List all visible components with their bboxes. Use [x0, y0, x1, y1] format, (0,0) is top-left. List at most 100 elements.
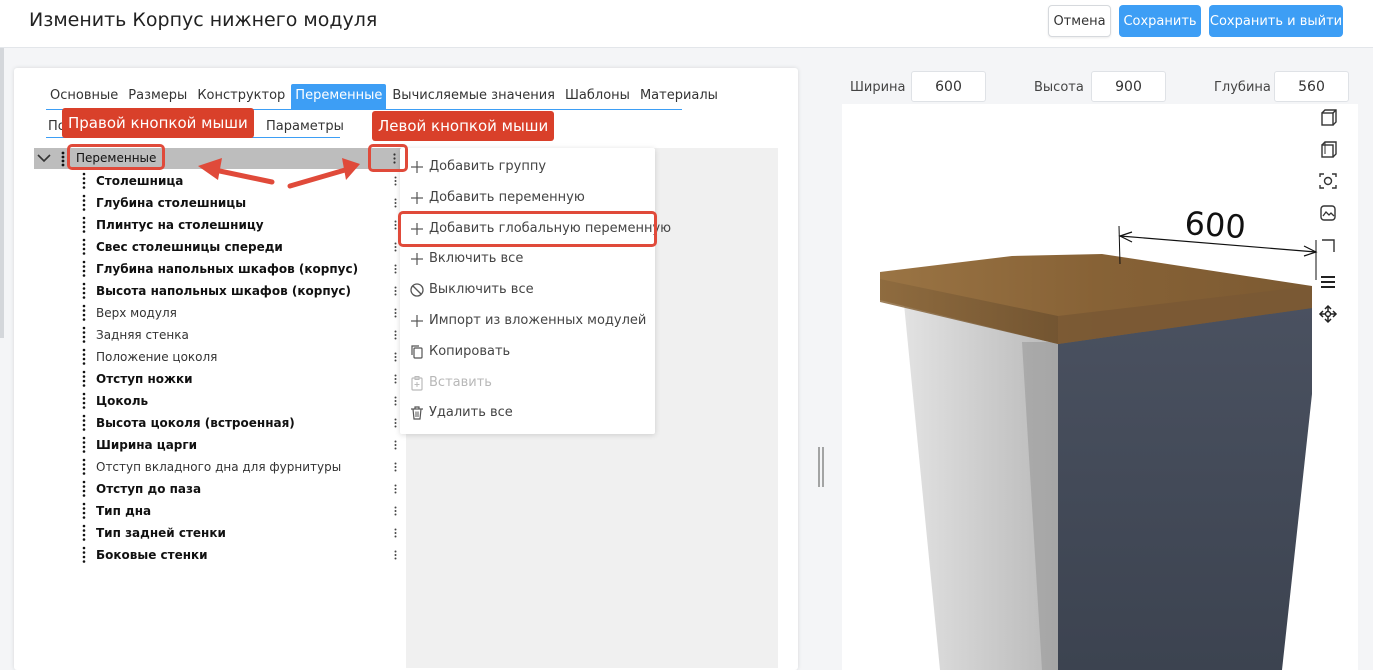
- drag-handle-icon[interactable]: [82, 304, 86, 322]
- tree-item[interactable]: Плинтус на столешницу: [34, 214, 406, 236]
- tree-item[interactable]: Свес столешницы спереди: [34, 236, 406, 258]
- tab-sizes[interactable]: Размеры: [124, 84, 191, 109]
- tab-materials[interactable]: Материалы: [636, 84, 722, 109]
- move-icon[interactable]: [1318, 304, 1338, 324]
- drag-handle-icon[interactable]: [82, 546, 86, 564]
- tab-templates[interactable]: Шаблоны: [561, 84, 634, 109]
- kebab-menu-icon[interactable]: [394, 396, 397, 406]
- cube-edge-icon[interactable]: [1318, 236, 1338, 256]
- cancel-button[interactable]: Отмена: [1048, 5, 1111, 37]
- kebab-menu-icon[interactable]: [394, 264, 397, 274]
- save-button[interactable]: Сохранить: [1119, 5, 1201, 37]
- menu-icon[interactable]: [1318, 272, 1338, 292]
- tree-item-label: Цоколь: [96, 394, 149, 408]
- kebab-menu-icon[interactable]: [394, 374, 397, 384]
- tree-item[interactable]: Высота цоколя (встроенная): [34, 412, 406, 434]
- subtab-parameters[interactable]: Параметры: [266, 119, 344, 134]
- drag-handle-icon[interactable]: [82, 172, 86, 190]
- menu-item[interactable]: Удалить все: [400, 400, 655, 426]
- drag-handle-icon[interactable]: [82, 238, 86, 256]
- drag-handle-icon[interactable]: [61, 151, 65, 167]
- tree-item[interactable]: Отступ до паза: [34, 478, 406, 500]
- camera-icon[interactable]: [1318, 171, 1338, 191]
- tree-item[interactable]: Глубина столешницы: [34, 192, 406, 214]
- kebab-menu-icon[interactable]: [394, 308, 397, 318]
- tree-item-label: Высота напольных шкафов (корпус): [96, 284, 352, 298]
- kebab-menu-icon[interactable]: [394, 506, 397, 516]
- tree-item[interactable]: Задняя стенка: [34, 324, 406, 346]
- drag-handle-icon[interactable]: [82, 414, 86, 432]
- panel-splitter-handle[interactable]: [816, 447, 826, 487]
- kebab-menu-icon[interactable]: [394, 484, 397, 494]
- drag-handle-icon[interactable]: [82, 436, 86, 454]
- tree-item[interactable]: Глубина напольных шкафов (корпус): [34, 258, 406, 280]
- tree-item[interactable]: Боковые стенки: [34, 544, 406, 566]
- kebab-menu-icon[interactable]: [394, 220, 397, 230]
- kebab-menu-icon[interactable]: [394, 550, 397, 560]
- kebab-menu-icon[interactable]: [394, 198, 397, 208]
- drag-handle-icon[interactable]: [82, 502, 86, 520]
- cube-front-icon[interactable]: [1318, 108, 1338, 128]
- drag-handle-icon[interactable]: [82, 458, 86, 476]
- tree-item[interactable]: Высота напольных шкафов (корпус): [34, 280, 406, 302]
- drag-handle-icon[interactable]: [82, 194, 86, 212]
- tree-item[interactable]: Отступ вкладного дна для фурнитуры: [34, 456, 406, 478]
- image-icon[interactable]: [1318, 203, 1338, 223]
- plus-icon: [411, 315, 423, 327]
- depth-input[interactable]: 560: [1274, 71, 1349, 102]
- kebab-menu-icon[interactable]: [394, 352, 397, 362]
- highlight-root-label: [67, 144, 165, 170]
- tab-computed-values[interactable]: Вычисляемые значения: [388, 84, 559, 109]
- save-and-exit-button[interactable]: Сохранить и выйти: [1209, 5, 1343, 37]
- kebab-menu-icon[interactable]: [394, 462, 397, 472]
- menu-item[interactable]: Копировать: [400, 339, 655, 365]
- tree-item[interactable]: Верх модуля: [34, 302, 406, 324]
- header-bar: Изменить Корпус нижнего модуля Отмена Со…: [0, 0, 1373, 48]
- tree-item[interactable]: Тип задней стенки: [34, 522, 406, 544]
- width-input[interactable]: 600: [911, 71, 986, 102]
- menu-item[interactable]: Импорт из вложенных модулей: [400, 308, 655, 334]
- tree-item-label: Высота цоколя (встроенная): [96, 416, 295, 430]
- drag-handle-icon[interactable]: [82, 392, 86, 410]
- menu-item[interactable]: Добавить переменную: [400, 185, 655, 211]
- tree-item[interactable]: Тип дна: [34, 500, 406, 522]
- drag-handle-icon[interactable]: [82, 326, 86, 344]
- kebab-menu-icon[interactable]: [394, 242, 397, 252]
- tree-item[interactable]: Цоколь: [34, 390, 406, 412]
- menu-item-label: Импорт из вложенных модулей: [429, 313, 647, 328]
- menu-item[interactable]: Добавить группу: [400, 154, 655, 180]
- kebab-menu-icon[interactable]: [394, 330, 397, 340]
- drag-handle-icon[interactable]: [82, 370, 86, 388]
- tab-basic[interactable]: Основные: [46, 84, 122, 109]
- menu-item[interactable]: Выключить все: [400, 277, 655, 303]
- drag-handle-icon[interactable]: [82, 282, 86, 300]
- tree-item[interactable]: Положение цоколя: [34, 346, 406, 368]
- tree-item[interactable]: Ширина царги: [34, 434, 406, 456]
- tree-item[interactable]: Отступ ножки: [34, 368, 406, 390]
- kebab-menu-icon[interactable]: [394, 418, 397, 428]
- drag-handle-icon[interactable]: [82, 348, 86, 366]
- drag-handle-icon[interactable]: [82, 216, 86, 234]
- chevron-down-icon[interactable]: [36, 150, 52, 166]
- tree-item-label: Отступ до паза: [96, 482, 202, 496]
- height-input[interactable]: 900: [1091, 71, 1166, 102]
- menu-item[interactable]: Включить все: [400, 246, 655, 272]
- tab-variables[interactable]: Переменные: [291, 84, 387, 109]
- 3d-viewport[interactable]: 600: [842, 104, 1358, 670]
- kebab-menu-icon[interactable]: [394, 528, 397, 538]
- drag-handle-icon[interactable]: [82, 260, 86, 278]
- tab-constructor[interactable]: Конструктор: [193, 84, 289, 109]
- menu-item-label: Включить все: [429, 251, 524, 266]
- tree-item[interactable]: Столешница: [34, 170, 406, 192]
- kebab-menu-icon[interactable]: [394, 286, 397, 296]
- kebab-menu-icon[interactable]: [394, 440, 397, 450]
- kebab-menu-icon[interactable]: [394, 176, 397, 186]
- trash-icon: [411, 406, 423, 420]
- window-scrollbar[interactable]: [0, 48, 4, 338]
- drag-handle-icon[interactable]: [82, 524, 86, 542]
- drag-handle-icon[interactable]: [82, 480, 86, 498]
- annotation-right-click: Правой кнопкой мыши: [62, 108, 254, 138]
- cube-back-icon[interactable]: [1318, 140, 1338, 160]
- tree-item-label: Задняя стенка: [96, 328, 189, 342]
- variables-tree: Переменные Столешница Глубина столешницы П…: [34, 148, 406, 668]
